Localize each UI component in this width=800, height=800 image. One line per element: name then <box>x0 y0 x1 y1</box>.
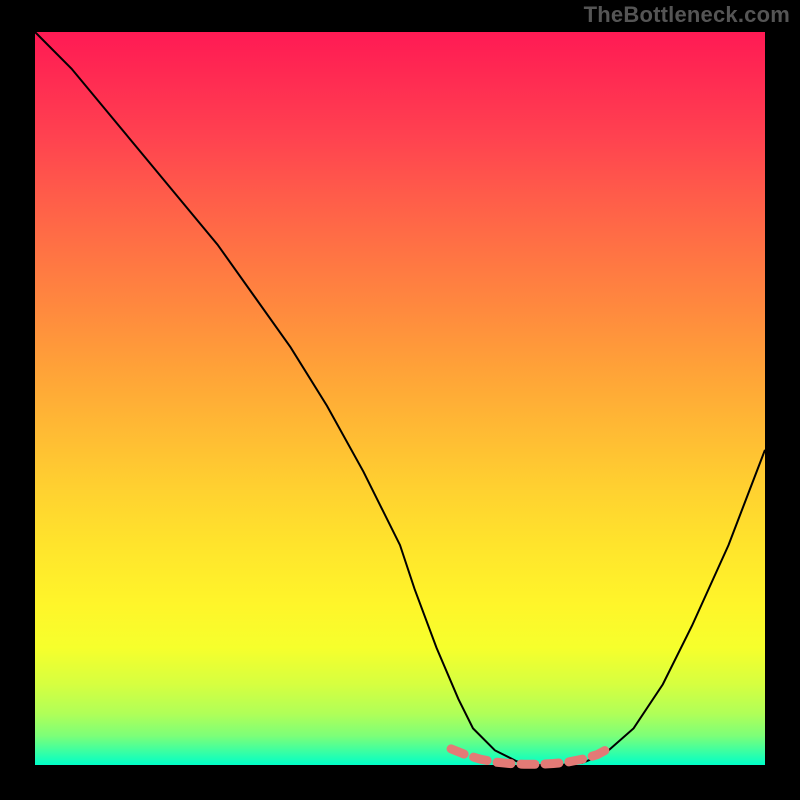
plot-area <box>35 32 765 765</box>
chart-frame: TheBottleneck.com <box>0 0 800 800</box>
chart-svg <box>35 32 765 765</box>
watermark-label: TheBottleneck.com <box>584 2 790 28</box>
bottleneck-curve-path <box>35 32 765 765</box>
optimal-band-path <box>451 749 608 764</box>
